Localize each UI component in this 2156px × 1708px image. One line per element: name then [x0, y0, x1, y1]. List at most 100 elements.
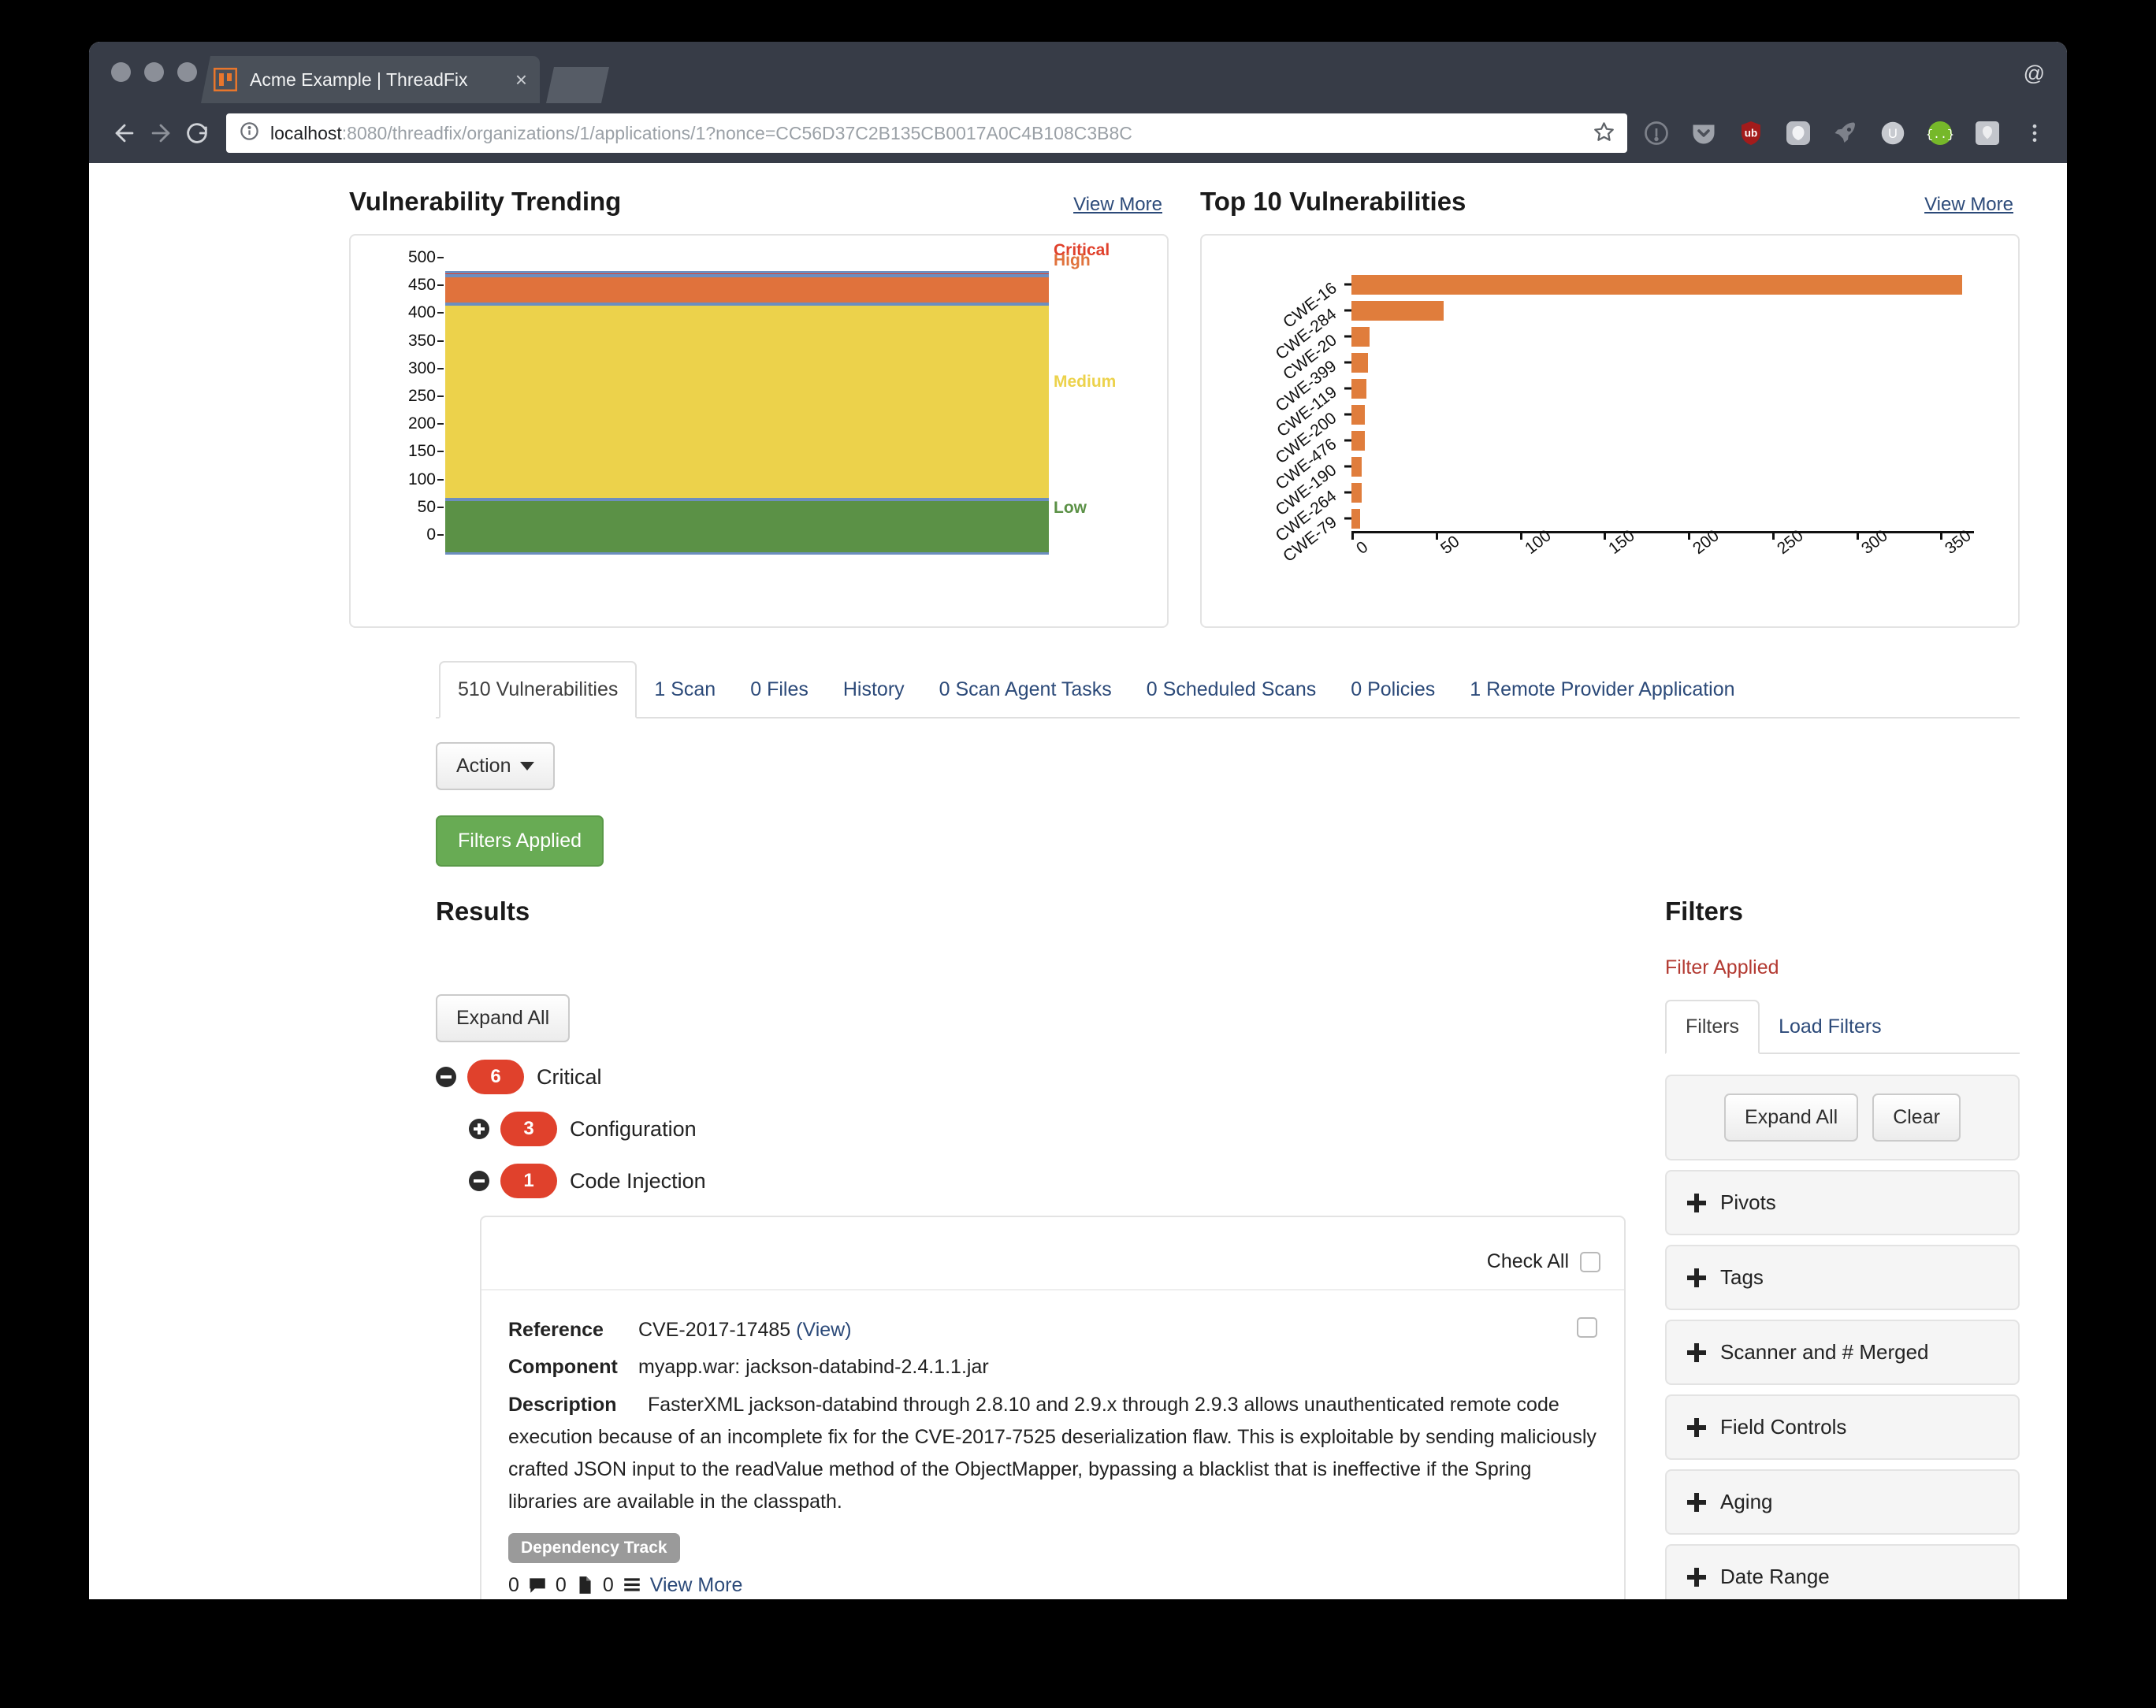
results-tree: 6 Critical 3 Configuration 1 Code Injection	[436, 1060, 1626, 1198]
top10-view-more-link[interactable]: View More	[1924, 194, 2013, 216]
top10-bar-row[interactable]: CWE-20	[1280, 326, 1974, 384]
reference-view-link[interactable]: (View)	[796, 1319, 851, 1341]
app-tab-1-remote-provider-application[interactable]: 1 Remote Provider Application	[1452, 663, 1752, 717]
top10-x-tick: 150	[1604, 526, 1638, 558]
expand-node-icon[interactable]	[469, 1119, 489, 1139]
results-tree-node[interactable]: 6 Critical	[436, 1060, 1626, 1094]
window-controls[interactable]	[111, 62, 197, 82]
info-circle-icon[interactable]	[1641, 118, 1671, 148]
app-tab-1-scan[interactable]: 1 Scan	[637, 663, 733, 717]
app-tab-0-scheduled-scans[interactable]: 0 Scheduled Scans	[1129, 663, 1333, 717]
top10-bar-row[interactable]: CWE-284	[1272, 300, 1974, 364]
filter-tab-load-filters[interactable]: Load Filters	[1760, 1001, 1901, 1053]
top10-bar	[1351, 508, 1360, 529]
top10-bar	[1351, 352, 1369, 373]
u-circle-icon[interactable]: U	[1878, 118, 1908, 148]
filters-applied-button[interactable]: Filters Applied	[436, 815, 604, 867]
chrome-menu-icon[interactable]	[2020, 118, 2050, 148]
vulnerability-view-more-link[interactable]: View More	[650, 1574, 743, 1597]
filter-section-pivots[interactable]: Pivots	[1665, 1170, 2020, 1235]
description-row: Description FasterXML jackson-databind th…	[508, 1389, 1597, 1519]
top10-bar-row[interactable]: CWE-16	[1280, 274, 1974, 332]
check-all-checkbox[interactable]	[1580, 1251, 1600, 1272]
json-viewer-icon[interactable]: {..}	[1925, 118, 1955, 148]
app-tab-510-vulnerabilities[interactable]: 510 Vulnerabilities	[439, 661, 638, 718]
results-tree-node[interactable]: 3 Configuration	[469, 1112, 1626, 1146]
close-tab-icon[interactable]: ×	[515, 69, 527, 90]
filter-tab-filters[interactable]: Filters	[1665, 1000, 1760, 1054]
top10-x-tick-label: 300	[1857, 526, 1891, 559]
site-info-icon[interactable]	[239, 121, 260, 146]
browser-window: Acme Example | ThreadFix × @ localhost:8…	[89, 42, 2067, 1599]
address-bar[interactable]: localhost:8080/threadfix/organizations/1…	[226, 113, 1627, 153]
top10-bar-row[interactable]: CWE-190	[1272, 456, 1974, 520]
filter-section-scanner-and-merged[interactable]: Scanner and # Merged	[1665, 1320, 2020, 1385]
profile-icon[interactable]: @	[2024, 63, 2045, 84]
top10-bar-row[interactable]: CWE-119	[1273, 378, 1974, 441]
extension-icons: ub U {..}	[1641, 118, 2050, 148]
app-tab-0-scan-agent-tasks[interactable]: 0 Scan Agent Tasks	[922, 663, 1129, 717]
tag-wrap: Dependency Track	[508, 1519, 1597, 1563]
top10-bar	[1351, 482, 1362, 503]
top10-bar-row[interactable]: CWE-79	[1280, 508, 1974, 566]
maximize-window-button[interactable]	[177, 62, 197, 82]
back-icon[interactable]	[106, 115, 143, 151]
comment-count: 0	[508, 1573, 519, 1596]
filters-clear-button[interactable]: Clear	[1872, 1093, 1961, 1142]
filter-section-tags[interactable]: Tags	[1665, 1245, 2020, 1310]
forward-icon[interactable]	[143, 115, 179, 151]
vulnerability-trending-chart[interactable]: 0 50 100 150 200 250 300 350 400 450 500 Critical H…	[349, 234, 1169, 628]
top10-y-tick	[1344, 439, 1351, 442]
top10-bar-row[interactable]: CWE-476	[1272, 430, 1974, 494]
collapse-node-icon[interactable]	[436, 1067, 456, 1087]
dependency-track-tag[interactable]: Dependency Track	[508, 1532, 680, 1563]
collapse-node-icon[interactable]	[469, 1171, 489, 1191]
severity-count-badge: 1	[500, 1164, 557, 1198]
top10-vulnerabilities-chart[interactable]: CWE-16 CWE-284 CWE-20 CWE-399 CWE-119 CWE-200…	[1200, 234, 2020, 628]
plus-icon	[1687, 1492, 1706, 1512]
app-tab-0-files[interactable]: 0 Files	[733, 663, 826, 717]
trend-y-tick: 300	[407, 358, 436, 377]
top10-y-tick	[1344, 517, 1351, 520]
filter-section-aging[interactable]: Aging	[1665, 1469, 2020, 1535]
top10-bar-row[interactable]: CWE-200	[1272, 404, 1974, 468]
top10-bar-row[interactable]: CWE-264	[1272, 482, 1974, 546]
filter-section-field-controls[interactable]: Field Controls	[1665, 1394, 2020, 1460]
top10-bar-row[interactable]: CWE-399	[1272, 352, 1974, 416]
action-button[interactable]: Action	[436, 742, 556, 790]
vulnerability-trending-chart-block: Vulnerability Trending View More 0 50 100 1…	[349, 187, 1169, 628]
address-bar-url: localhost:8080/threadfix/organizations/1…	[270, 123, 1584, 144]
pocket-icon[interactable]	[1689, 118, 1719, 148]
trend-y-tick: 450	[407, 276, 436, 295]
top10-bar	[1351, 430, 1366, 451]
top10-bar	[1351, 456, 1362, 477]
trend-y-tick: 150	[407, 442, 436, 461]
new-tab-button[interactable]	[546, 67, 609, 103]
top10-bar	[1351, 274, 1963, 295]
ublock-origin-icon[interactable]: ub	[1736, 118, 1766, 148]
reload-icon[interactable]	[179, 115, 215, 151]
privacy-badger-icon[interactable]	[1783, 118, 1813, 148]
filter-sections: Pivots Tags Scanner and # Merged Field Cont…	[1665, 1170, 2020, 1599]
browser-tab[interactable]: Acme Example | ThreadFix ×	[201, 56, 540, 103]
user-agent-icon[interactable]	[1972, 118, 2002, 148]
app-tab-history[interactable]: History	[826, 663, 922, 717]
top10-x-tick-label: 0	[1353, 537, 1372, 559]
row-checkbox[interactable]	[1577, 1317, 1597, 1338]
results-tree-node[interactable]: 1 Code Injection	[469, 1164, 1626, 1198]
top10-y-tick	[1344, 335, 1351, 338]
plus-icon	[1687, 1567, 1706, 1587]
filters-expand-all-button[interactable]: Expand All	[1724, 1093, 1859, 1142]
expand-all-results-button[interactable]: Expand All	[436, 994, 571, 1042]
minimize-window-button[interactable]	[144, 62, 164, 82]
bookmark-star-icon[interactable]	[1593, 121, 1615, 146]
close-window-button[interactable]	[111, 62, 131, 82]
trending-view-more-link[interactable]: View More	[1073, 194, 1162, 216]
app-tab-0-policies[interactable]: 0 Policies	[1333, 663, 1452, 717]
filter-section-date-range[interactable]: Date Range	[1665, 1544, 2020, 1599]
top10-y-tick	[1344, 413, 1351, 416]
trend-legend-high: High	[1054, 251, 1091, 269]
top10-bar	[1351, 404, 1366, 425]
page-viewport: Vulnerability Trending View More 0 50 100 1…	[89, 163, 2067, 1599]
rocket-icon[interactable]	[1831, 118, 1860, 148]
